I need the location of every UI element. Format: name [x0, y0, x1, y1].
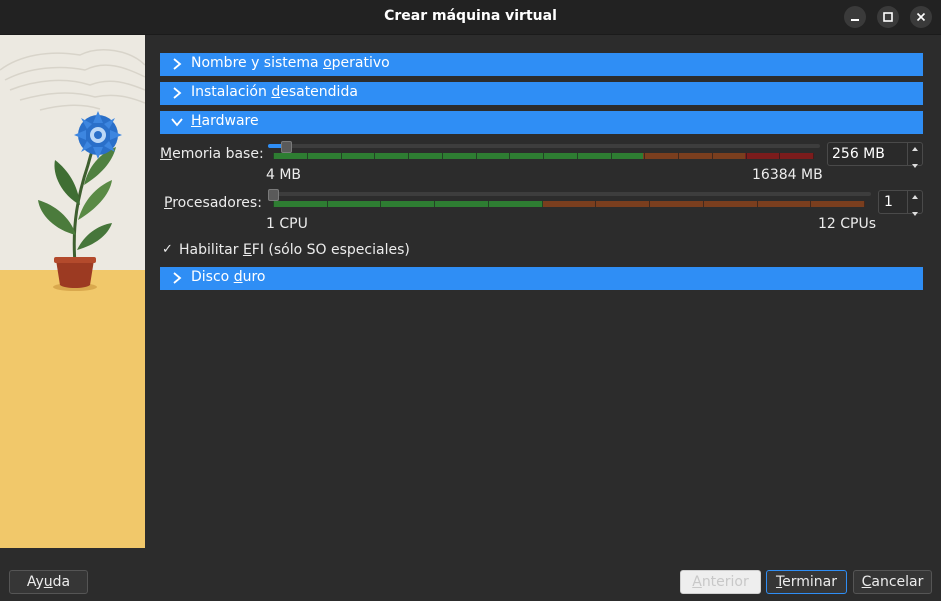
- back-button[interactable]: Anterior: [680, 570, 761, 594]
- memory-max-label: 16384 MB: [752, 167, 823, 183]
- slider-tick: [813, 153, 814, 159]
- processors-value: 1: [884, 194, 893, 210]
- slider-tick: [757, 201, 758, 207]
- slider-tick: [577, 153, 578, 159]
- section-hardware[interactable]: Hardware: [160, 111, 923, 134]
- slider-tick: [595, 201, 596, 207]
- minimize-icon: [851, 19, 859, 21]
- memory-spinbox[interactable]: 256 MB: [827, 142, 923, 168]
- slider-tick: [542, 201, 543, 207]
- slider-tick: [543, 153, 544, 159]
- slider-tick: [779, 153, 780, 159]
- memory-value: 256 MB: [832, 146, 885, 162]
- memory-min-label: 4 MB: [266, 167, 302, 183]
- slider-tick: [488, 201, 489, 207]
- processors-label: Procesadores:: [164, 195, 262, 211]
- slider-tick: [864, 201, 865, 207]
- processors-slider-track: [268, 192, 871, 196]
- processors-spinbox[interactable]: 1: [878, 190, 923, 216]
- slider-tick: [509, 153, 510, 159]
- section-name-os[interactable]: Nombre y sistema operativo: [160, 53, 923, 76]
- maximize-button[interactable]: [877, 6, 899, 28]
- wizard-illustration: [0, 35, 145, 548]
- slider-tick: [341, 153, 342, 159]
- slider-tick: [703, 201, 704, 207]
- processors-band-ok: [273, 201, 543, 207]
- chevron-right-icon: [173, 87, 182, 99]
- close-icon: [916, 12, 926, 22]
- slider-tick: [810, 201, 811, 207]
- section-disk[interactable]: Disco duro: [160, 267, 923, 290]
- spin-down-icon: [912, 212, 918, 216]
- checkmark-icon: ✓: [162, 242, 173, 257]
- slider-tick: [307, 153, 308, 159]
- slider-tick: [380, 201, 381, 207]
- section-unattended[interactable]: Instalación desatendida: [160, 82, 923, 105]
- memory-slider[interactable]: [268, 140, 820, 164]
- finish-button[interactable]: Terminar: [766, 570, 847, 594]
- efi-checkbox[interactable]: ✓ Habilitar EFI (sólo SO especiales): [160, 242, 420, 260]
- memory-band-ok: [273, 153, 643, 159]
- maximize-icon: [883, 12, 893, 22]
- slider-tick: [327, 201, 328, 207]
- title-bar: Crear máquina virtual: [0, 0, 941, 35]
- slider-tick: [644, 153, 645, 159]
- section-hardware-label: Hardware: [191, 113, 259, 129]
- section-name-os-label: Nombre y sistema operativo: [191, 55, 390, 71]
- slider-tick: [273, 153, 274, 159]
- slider-tick: [273, 201, 274, 207]
- slider-tick: [442, 153, 443, 159]
- help-button[interactable]: Ayuda: [9, 570, 88, 594]
- slider-tick: [678, 153, 679, 159]
- slider-tick: [408, 153, 409, 159]
- minimize-button[interactable]: [844, 6, 866, 28]
- slider-tick: [476, 153, 477, 159]
- close-button[interactable]: [910, 6, 932, 28]
- slider-tick: [374, 153, 375, 159]
- chevron-right-icon: [173, 58, 182, 70]
- efi-label: Habilitar EFI (sólo SO especiales): [179, 242, 410, 258]
- cancel-button[interactable]: Cancelar: [853, 570, 932, 594]
- chevron-down-icon: [171, 118, 183, 127]
- window-title: Crear máquina virtual: [384, 8, 557, 24]
- processors-band-warn: [543, 201, 865, 207]
- processors-slider[interactable]: [268, 188, 871, 212]
- processors-slider-handle[interactable]: [268, 189, 279, 201]
- section-unattended-label: Instalación desatendida: [191, 84, 358, 100]
- processors-max-label: 12 CPUs: [818, 216, 877, 232]
- processors-capacity-bar: [273, 201, 865, 207]
- memory-slider-track: [268, 144, 820, 148]
- slider-tick: [746, 153, 747, 159]
- spin-up-icon: [912, 147, 918, 151]
- memory-capacity-bar: [273, 153, 814, 159]
- slider-tick: [434, 201, 435, 207]
- memory-slider-handle[interactable]: [281, 141, 292, 153]
- memory-label: Memoria base:: [160, 146, 264, 162]
- section-disk-label: Disco duro: [191, 269, 266, 285]
- spin-up-icon: [912, 195, 918, 199]
- memory-spin-arrows[interactable]: [907, 143, 922, 168]
- processors-min-label: 1 CPU: [266, 216, 308, 232]
- memory-band-warn: [643, 153, 745, 159]
- chevron-right-icon: [173, 272, 182, 284]
- slider-tick: [611, 153, 612, 159]
- slider-tick: [712, 153, 713, 159]
- spin-down-icon: [912, 164, 918, 168]
- processors-spin-arrows[interactable]: [907, 191, 922, 216]
- slider-tick: [649, 201, 650, 207]
